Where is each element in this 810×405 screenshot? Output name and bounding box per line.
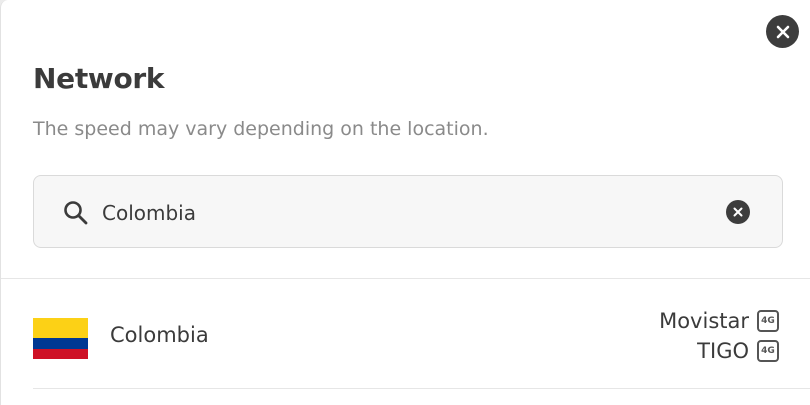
network-dialog: Network The speed may vary depending on … (0, 0, 810, 405)
operator-list: Movistar 4G TIGO 4G (659, 309, 779, 363)
operator-name: TIGO (697, 339, 749, 363)
list-item-colombia[interactable]: Colombia Movistar 4G TIGO 4G (33, 279, 810, 389)
search-icon (64, 201, 88, 225)
operator-tigo: TIGO 4G (697, 339, 779, 363)
close-icon (776, 25, 789, 38)
country-name: Colombia (110, 323, 209, 347)
colombia-flag-icon (33, 318, 88, 359)
flag-band-red (33, 349, 88, 359)
operator-name: Movistar (659, 309, 749, 333)
search-input[interactable] (102, 196, 702, 230)
network-4g-badge: 4G (757, 310, 779, 332)
close-button[interactable] (766, 15, 799, 48)
flag-band-yellow (33, 318, 88, 338)
network-4g-badge: 4G (757, 340, 779, 362)
dialog-title: Network (33, 62, 165, 95)
dialog-subtitle: The speed may vary depending on the loca… (33, 118, 489, 140)
search-field[interactable] (33, 175, 783, 248)
flag-band-blue (33, 338, 88, 349)
clear-icon (733, 207, 743, 217)
operator-movistar: Movistar 4G (659, 309, 779, 333)
clear-search-button[interactable] (726, 200, 750, 224)
